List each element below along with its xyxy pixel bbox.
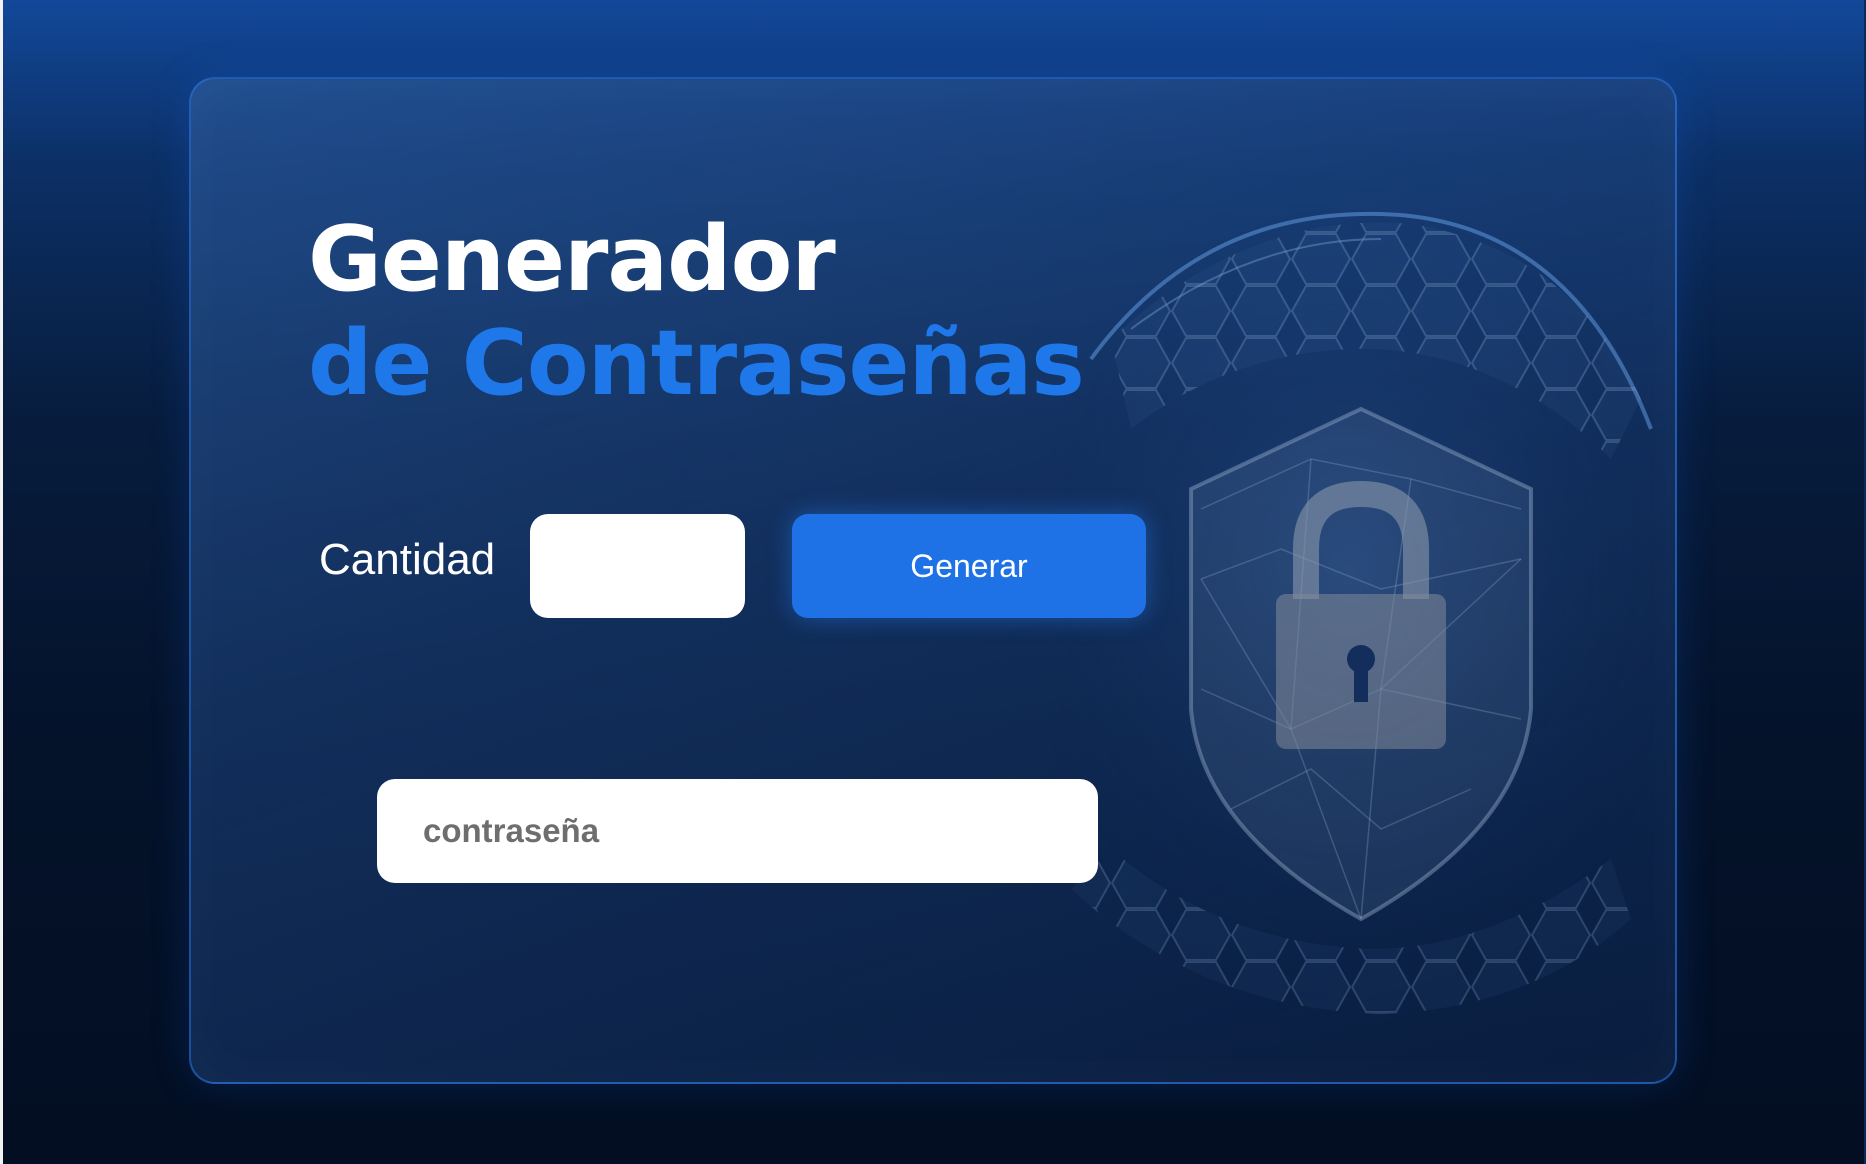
generator-card: Generador de Contraseñas Cantidad Genera… <box>189 77 1677 1084</box>
page-title-line2: de Contraseñas <box>308 311 1085 416</box>
window-edge-left <box>0 0 3 1164</box>
quantity-input[interactable] <box>530 514 745 618</box>
generate-button[interactable]: Generar <box>792 514 1146 618</box>
password-output-field[interactable] <box>377 779 1098 883</box>
quantity-label: Cantidad <box>319 535 496 584</box>
page-title-line1: Generador <box>308 207 836 312</box>
